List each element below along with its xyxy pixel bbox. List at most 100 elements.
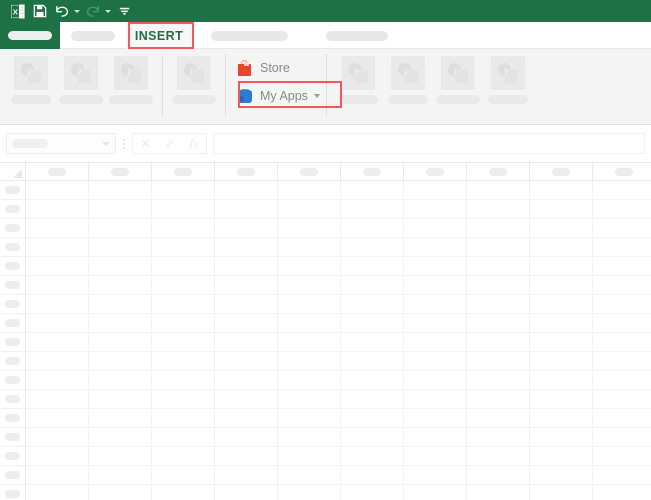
chevron-down-icon[interactable]	[313, 94, 320, 98]
grid-cell[interactable]	[341, 466, 404, 484]
grid-cell[interactable]	[26, 390, 89, 408]
row-header[interactable]	[0, 295, 26, 313]
column-header[interactable]	[467, 163, 530, 180]
grid-cell[interactable]	[341, 333, 404, 351]
grid-cell[interactable]	[89, 485, 152, 500]
grid-cell[interactable]	[467, 466, 530, 484]
ribbon-button-3[interactable]: P	[106, 49, 156, 104]
grid-cell[interactable]	[152, 238, 215, 256]
grid-cell[interactable]	[26, 238, 89, 256]
grid-cell[interactable]	[593, 200, 651, 218]
grid-cell[interactable]	[404, 181, 467, 199]
grid-cell[interactable]	[215, 333, 278, 351]
grid-cell[interactable]	[341, 485, 404, 500]
column-header[interactable]	[89, 163, 152, 180]
grid-cell[interactable]	[593, 219, 651, 237]
tab-insert[interactable]: INSERT	[126, 22, 192, 49]
grid-cell[interactable]	[26, 447, 89, 465]
grid-cell[interactable]	[152, 466, 215, 484]
grid-cell[interactable]	[215, 200, 278, 218]
grid-cell[interactable]	[152, 314, 215, 332]
grid-cell[interactable]	[593, 352, 651, 370]
grid-cell[interactable]	[215, 352, 278, 370]
grid-cell[interactable]	[26, 466, 89, 484]
table-row[interactable]	[0, 276, 651, 295]
undo-dropdown-caret[interactable]	[72, 1, 81, 21]
grid-cell[interactable]	[278, 257, 341, 275]
grid-cell[interactable]	[215, 276, 278, 294]
grid-cell[interactable]	[341, 295, 404, 313]
grid-cell[interactable]	[467, 428, 530, 446]
grid-cell[interactable]	[152, 219, 215, 237]
grid-cell[interactable]	[341, 219, 404, 237]
grid-cell[interactable]	[404, 390, 467, 408]
table-row[interactable]	[0, 371, 651, 390]
insert-function-button[interactable]: fx	[190, 137, 199, 150]
grid-cell[interactable]	[89, 295, 152, 313]
grid-cell[interactable]	[278, 314, 341, 332]
grid-cell[interactable]	[152, 295, 215, 313]
grid-cell[interactable]	[530, 466, 593, 484]
tab-formulas[interactable]	[307, 22, 407, 49]
grid-cell[interactable]	[593, 314, 651, 332]
grid-cell[interactable]	[152, 276, 215, 294]
grid-cell[interactable]	[530, 276, 593, 294]
redo-dropdown-caret[interactable]	[103, 1, 112, 21]
grid-cell[interactable]	[26, 333, 89, 351]
row-header[interactable]	[0, 238, 26, 256]
grid-cell[interactable]	[467, 333, 530, 351]
grid-cell[interactable]	[89, 181, 152, 199]
grid-cell[interactable]	[467, 447, 530, 465]
ribbon-button-1[interactable]: P	[6, 49, 56, 104]
grid-cell[interactable]	[215, 238, 278, 256]
grid-cell[interactable]	[152, 181, 215, 199]
grid-cell[interactable]	[530, 371, 593, 389]
spreadsheet-grid[interactable]	[0, 163, 651, 500]
grid-cell[interactable]	[530, 295, 593, 313]
grid-cell[interactable]	[404, 447, 467, 465]
grid-cell[interactable]	[89, 276, 152, 294]
formula-bar-grip[interactable]	[116, 133, 132, 154]
name-box[interactable]	[6, 133, 116, 154]
ribbon-button-4[interactable]: P	[169, 49, 219, 104]
grid-cell[interactable]	[593, 257, 651, 275]
grid-cell[interactable]	[404, 371, 467, 389]
table-row[interactable]	[0, 257, 651, 276]
row-header[interactable]	[0, 428, 26, 446]
table-row[interactable]	[0, 200, 651, 219]
grid-cell[interactable]	[341, 238, 404, 256]
grid-cell[interactable]	[530, 314, 593, 332]
grid-cell[interactable]	[215, 485, 278, 500]
row-header[interactable]	[0, 485, 26, 500]
table-row[interactable]	[0, 181, 651, 200]
row-header[interactable]	[0, 219, 26, 237]
table-row[interactable]	[0, 428, 651, 447]
grid-cell[interactable]	[593, 447, 651, 465]
column-header[interactable]	[530, 163, 593, 180]
grid-cell[interactable]	[278, 295, 341, 313]
grid-cell[interactable]	[26, 219, 89, 237]
grid-cell[interactable]	[404, 428, 467, 446]
grid-cell[interactable]	[89, 409, 152, 427]
grid-cell[interactable]	[278, 390, 341, 408]
grid-cell[interactable]	[26, 181, 89, 199]
grid-cell[interactable]	[215, 428, 278, 446]
grid-cell[interactable]	[26, 276, 89, 294]
grid-cell[interactable]	[89, 390, 152, 408]
grid-cell[interactable]	[530, 181, 593, 199]
grid-cell[interactable]	[89, 447, 152, 465]
grid-cell[interactable]	[530, 333, 593, 351]
grid-cell[interactable]	[404, 333, 467, 351]
grid-cell[interactable]	[26, 314, 89, 332]
grid-body[interactable]	[0, 181, 651, 500]
grid-cell[interactable]	[341, 276, 404, 294]
grid-cell[interactable]	[89, 428, 152, 446]
column-header[interactable]	[404, 163, 467, 180]
grid-cell[interactable]	[341, 314, 404, 332]
column-header[interactable]	[215, 163, 278, 180]
grid-cell[interactable]	[467, 390, 530, 408]
undo-icon[interactable]	[52, 1, 72, 21]
grid-cell[interactable]	[593, 371, 651, 389]
grid-cell[interactable]	[215, 447, 278, 465]
grid-cell[interactable]	[89, 466, 152, 484]
